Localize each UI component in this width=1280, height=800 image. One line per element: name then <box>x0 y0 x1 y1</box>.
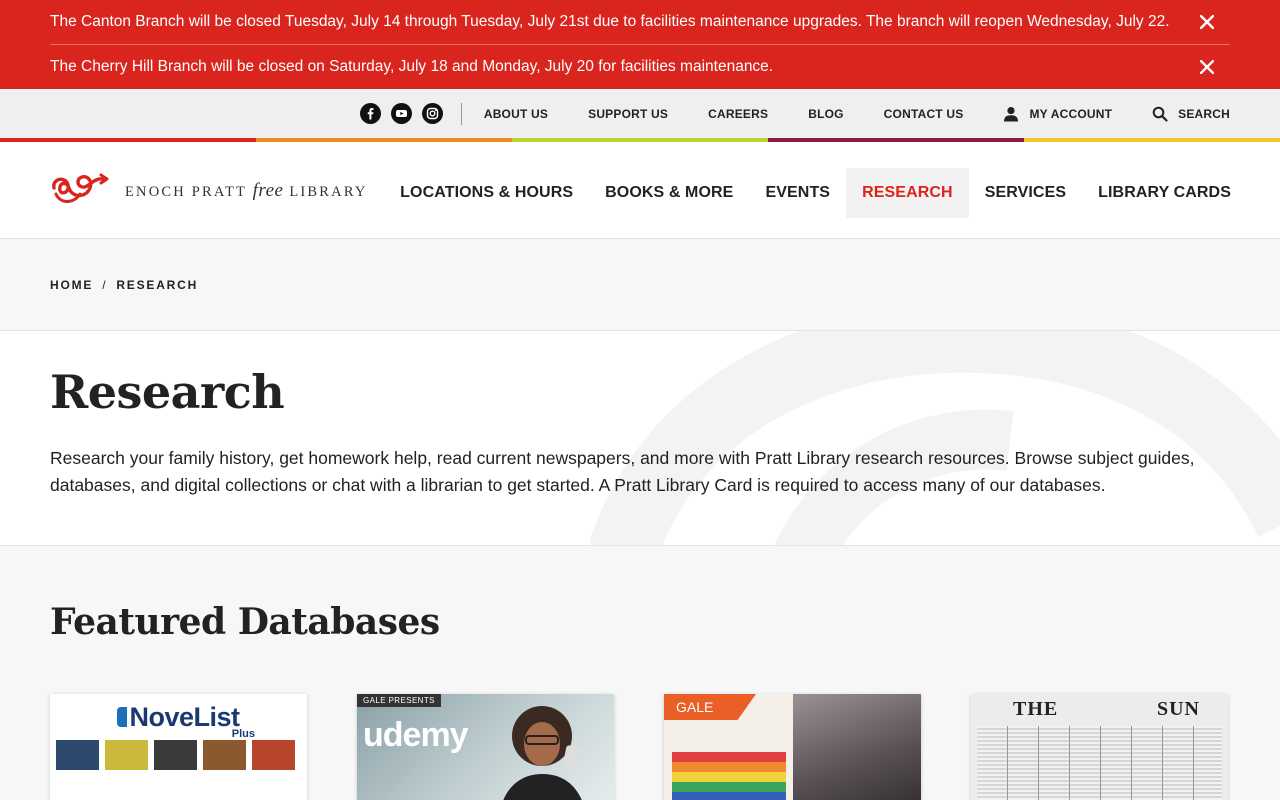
newspaper-masthead: THE SUN <box>1013 698 1200 720</box>
novelist-plus-label: Plus <box>231 728 255 740</box>
logo-wordmark: ENOCH PRATT free LIBRARY <box>125 179 368 201</box>
breadcrumb-separator: / <box>102 277 108 292</box>
nav-item-books-more[interactable]: BOOKS & MORE <box>589 168 749 218</box>
search-link[interactable]: SEARCH <box>1132 106 1230 122</box>
alert-banner: The Canton Branch will be closed Tuesday… <box>0 0 1280 89</box>
decorative-swirl-icon <box>590 331 1280 545</box>
user-icon <box>1004 106 1019 121</box>
my-account-label: MY ACCOUNT <box>1029 106 1113 121</box>
my-account-link[interactable]: MY ACCOUNT <box>983 106 1132 122</box>
nav-item-research[interactable]: RESEARCH <box>846 168 969 218</box>
book-cover <box>252 740 295 770</box>
alert-item: The Cherry Hill Branch will be closed on… <box>50 44 1230 89</box>
novelist-logo: NoveList Plus <box>50 694 307 740</box>
udemy-logo: udemy <box>363 716 469 754</box>
book-cover <box>154 740 197 770</box>
blog-link[interactable]: BLOG <box>788 107 863 121</box>
book-cover <box>56 740 99 770</box>
database-card-udemy[interactable]: GALE PRESENTS udemy <box>357 694 614 800</box>
person-photo-icon <box>503 706 582 800</box>
page-hero: Research Research your family history, g… <box>0 331 1280 546</box>
close-icon[interactable] <box>1196 11 1218 33</box>
newspaper-columns <box>977 726 1222 800</box>
site-header: ENOCH PRATT free LIBRARY LOCATIONS & HOU… <box>0 142 1280 239</box>
youtube-icon[interactable] <box>390 103 412 124</box>
support-us-link[interactable]: SUPPORT US <box>568 107 688 121</box>
about-us-link[interactable]: ABOUT US <box>464 107 568 121</box>
alert-item: The Canton Branch will be closed Tuesday… <box>50 0 1230 44</box>
alert-text: The Cherry Hill Branch will be closed on… <box>50 58 774 75</box>
database-card-baltimore-sun[interactable]: THE SUN <box>971 694 1228 800</box>
page-title: Research <box>50 365 285 419</box>
nav-item-locations-hours[interactable]: LOCATIONS & HOURS <box>384 168 589 218</box>
archival-photo <box>793 694 921 800</box>
search-label: SEARCH <box>1178 106 1230 121</box>
breadcrumb-current[interactable]: RESEARCH <box>116 278 198 292</box>
nav-item-services[interactable]: SERVICES <box>969 168 1082 218</box>
pratt-swirl-logo-icon <box>52 173 109 203</box>
database-card-gale[interactable]: GALE <box>664 694 921 800</box>
gale-badge: GALE <box>664 694 756 720</box>
about-us-label: ABOUT US <box>483 106 549 121</box>
book-covers <box>50 740 307 770</box>
facebook-icon[interactable] <box>359 103 381 124</box>
breadcrumb-home-link[interactable]: HOME <box>50 278 93 292</box>
nav-item-library-cards[interactable]: LIBRARY CARDS <box>1082 168 1231 218</box>
contact-us-link[interactable]: CONTACT US <box>864 107 984 121</box>
novelist-mark-icon <box>117 707 128 727</box>
book-captions <box>50 770 307 776</box>
nav-item-events[interactable]: EVENTS <box>749 168 846 218</box>
database-card-list: NoveList Plus GALE PRESENTS udemy GALE T… <box>50 694 1228 800</box>
search-icon <box>1152 106 1168 122</box>
careers-label: CAREERS <box>708 106 769 121</box>
site-logo[interactable]: ENOCH PRATT free LIBRARY <box>50 172 368 206</box>
rainbow-flag-icon <box>672 752 786 800</box>
contact-us-label: CONTACT US <box>883 106 964 121</box>
database-card-novelist[interactable]: NoveList Plus <box>50 694 307 800</box>
close-icon[interactable] <box>1196 56 1218 78</box>
utility-bar: ABOUT US SUPPORT US CAREERS BLOG CONTACT… <box>0 89 1280 138</box>
book-cover <box>105 740 148 770</box>
page-description: Research your family history, get homewo… <box>50 448 1195 495</box>
book-cover <box>203 740 246 770</box>
blog-label: BLOG <box>808 106 844 121</box>
breadcrumb: HOME / RESEARCH <box>50 278 198 292</box>
social-links <box>359 102 462 125</box>
alert-text: The Canton Branch will be closed Tuesday… <box>50 13 1170 30</box>
featured-databases-section: Featured Databases NoveList Plus GALE PR… <box>0 546 1280 800</box>
featured-databases-title: Featured Databases <box>50 601 440 643</box>
support-us-label: SUPPORT US <box>588 106 669 121</box>
instagram-icon[interactable] <box>421 103 443 124</box>
novelist-title: NoveList <box>129 701 240 732</box>
breadcrumb-bar: HOME / RESEARCH <box>0 239 1280 331</box>
gale-presents-tag: GALE PRESENTS <box>357 694 441 707</box>
careers-link[interactable]: CAREERS <box>688 107 788 121</box>
main-navigation: LOCATIONS & HOURS BOOKS & MORE EVENTS RE… <box>384 168 1231 218</box>
